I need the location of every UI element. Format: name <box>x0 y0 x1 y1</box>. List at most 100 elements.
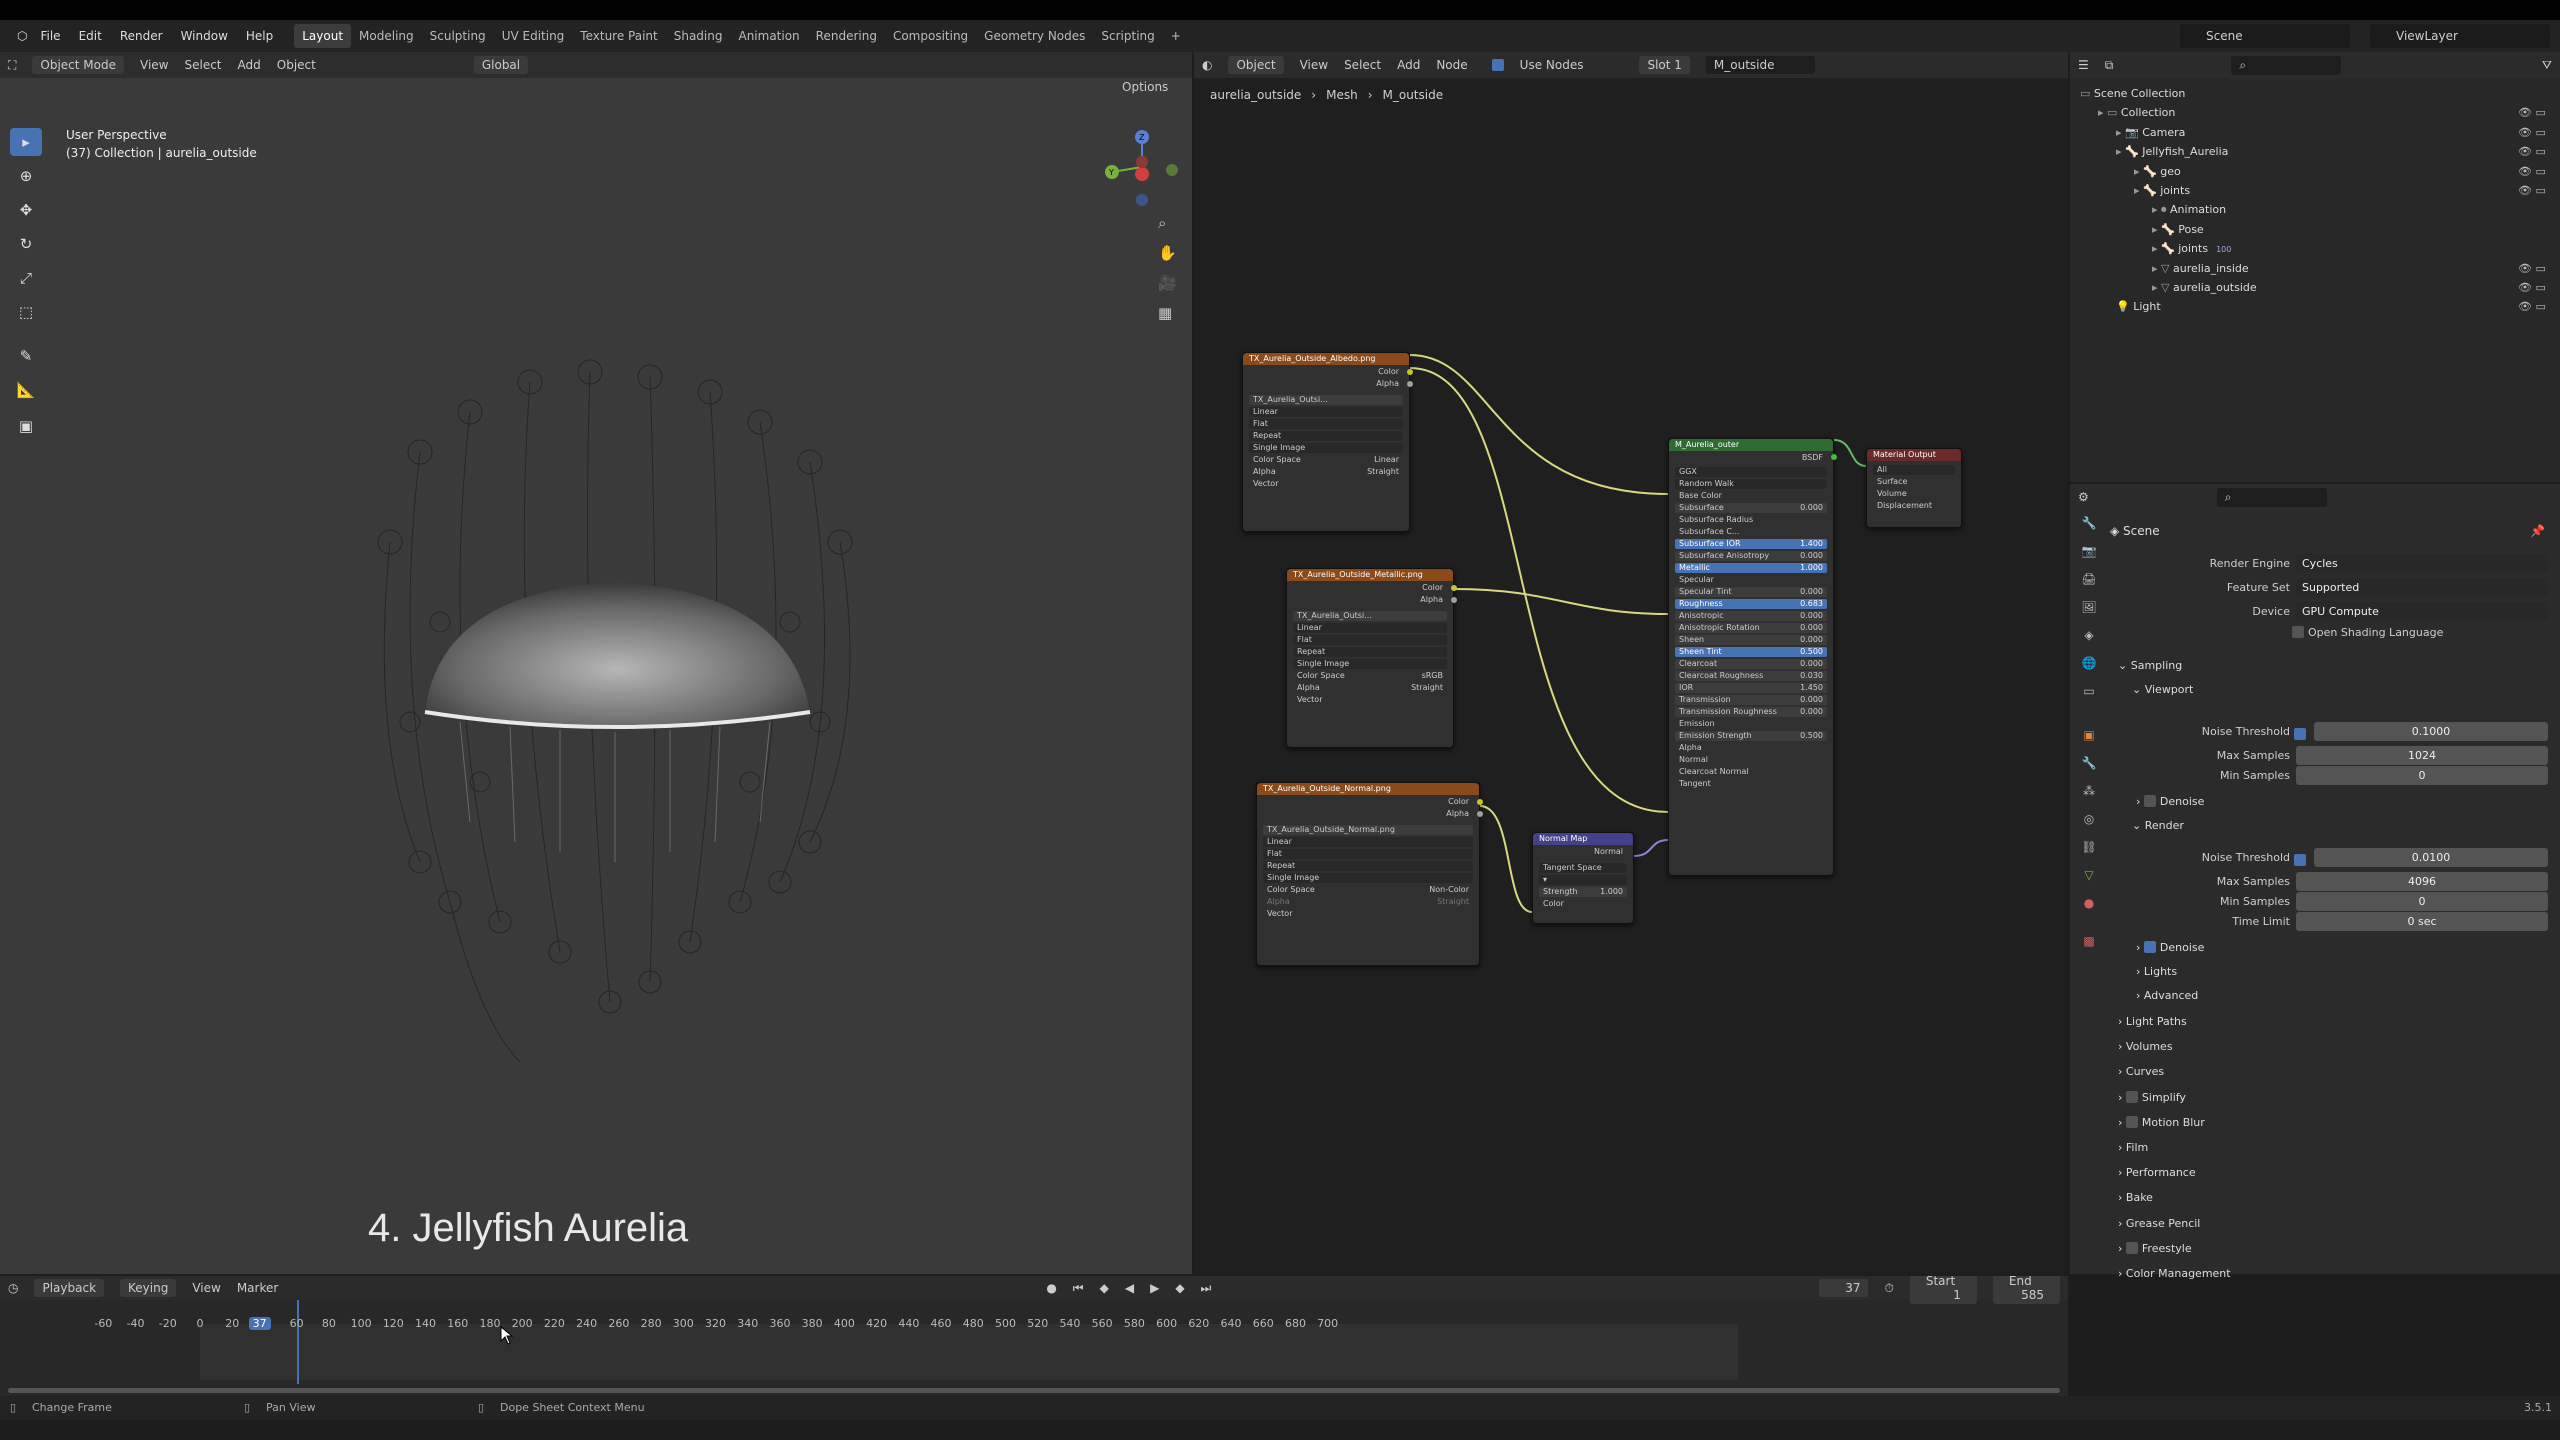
properties-panel-light-paths[interactable]: › Light Paths <box>2118 1012 2187 1032</box>
principled-bsdf-node[interactable]: M_Aurelia_outer BSDF GGX Random Walk Bas… <box>1668 438 1837 876</box>
filter-icon[interactable]: ⛛ <box>2542 58 2552 73</box>
extension-dropdown[interactable]: Repeat <box>1253 431 1281 441</box>
scene-selector[interactable]: Scene <box>2180 24 2350 48</box>
outliner-item[interactable]: ▸ ▽ aurelia_outside <box>2152 278 2257 297</box>
material-properties-icon[interactable]: ● <box>2080 896 2098 914</box>
measure-tool-icon[interactable]: 📐 <box>10 376 42 404</box>
outliner-item[interactable]: ▸ 🦴 joints <box>2134 181 2190 200</box>
source-dropdown[interactable]: Single Image <box>1267 873 1319 883</box>
camera-view-icon[interactable]: 🎥 <box>1158 274 1177 292</box>
subsurface-method-dropdown[interactable]: Random Walk <box>1679 479 1734 489</box>
stopwatch-icon[interactable]: ⏱ <box>1884 1281 1893 1296</box>
keying-menu[interactable]: Keying <box>120 1279 177 1297</box>
timeline-type-icon[interactable]: ◷ <box>8 1281 18 1295</box>
uv-map-field[interactable]: ▾ <box>1543 875 1547 885</box>
menu-help[interactable]: Help <box>246 29 273 43</box>
timeline[interactable]: ◷ Playback Keying View Marker ● ⏮ ◆ ◀ ▶ … <box>0 1276 2068 1396</box>
outliner-item[interactable]: ▸ 🦴 geo <box>2134 162 2181 181</box>
properties-panel-volumes[interactable]: › Volumes <box>2118 1037 2173 1057</box>
jellyfish-model[interactable] <box>330 302 890 1102</box>
projection-dropdown[interactable]: Flat <box>1267 849 1282 859</box>
playback-menu[interactable]: Playback <box>34 1279 105 1297</box>
target-dropdown[interactable]: All <box>1877 465 1887 475</box>
vp-denoise-panel[interactable]: › Denoise <box>2136 792 2204 812</box>
image-texture-node-albedo[interactable]: TX_Aurelia_Outside_Albedo.png Color Alph… <box>1242 352 1413 532</box>
source-dropdown[interactable]: Single Image <box>1297 659 1349 669</box>
constraints-properties-icon[interactable]: ⛓ <box>2080 840 2098 858</box>
transform-tool-icon[interactable]: ⬚ <box>10 298 42 326</box>
tab-shading[interactable]: Shading <box>666 24 731 48</box>
bsdf-input-row[interactable]: IOR 1.450 <box>1675 683 1827 693</box>
end-frame-field[interactable]: End 585 <box>1992 1276 2060 1304</box>
feature-set-dropdown[interactable]: Supported <box>2296 578 2548 597</box>
menu-render[interactable]: Render <box>120 29 163 43</box>
mode-selector[interactable]: Object Mode <box>32 56 124 74</box>
visibility-toggle-icon[interactable]: 👁 ▭ <box>2518 162 2546 181</box>
outliner-item[interactable]: ▸ 🦴 joints 100 <box>2152 239 2231 258</box>
socket-color[interactable] <box>1477 799 1483 805</box>
interpolation-dropdown[interactable]: Linear <box>1253 407 1278 417</box>
tab-layout[interactable]: Layout <box>294 24 352 48</box>
visibility-toggle-icon[interactable]: 👁 ▭ <box>2518 142 2546 161</box>
outliner-item[interactable]: ▸ 📷 Camera <box>2116 123 2185 142</box>
modifier-properties-icon[interactable]: 🔧 <box>2080 756 2098 774</box>
menu-file[interactable]: File <box>40 29 60 43</box>
properties-panel-motion-blur[interactable]: › Motion Blur <box>2118 1113 2205 1133</box>
marker-menu[interactable]: Marker <box>237 1281 278 1295</box>
socket-color[interactable] <box>1451 585 1457 591</box>
annotate-tool-icon[interactable]: ✎ <box>10 342 42 370</box>
bsdf-input-row[interactable]: Tangent <box>1675 779 1827 789</box>
tab-geometry-nodes[interactable]: Geometry Nodes <box>976 24 1093 48</box>
outliner-item[interactable]: 💡 Light <box>2116 297 2161 316</box>
extension-dropdown[interactable]: Repeat <box>1267 861 1295 871</box>
interpolation-dropdown[interactable]: Linear <box>1297 623 1322 633</box>
render-engine-dropdown[interactable]: Cycles <box>2296 554 2548 573</box>
transform-orientation[interactable]: Global <box>473 56 529 74</box>
properties-panel-freestyle[interactable]: › Freestyle <box>2118 1239 2192 1259</box>
panel-checkbox[interactable] <box>2125 1241 2138 1254</box>
world-properties-icon[interactable]: 🌐 <box>2080 656 2098 674</box>
image-name[interactable]: TX_Aurelia_Outside_Normal.png <box>1267 825 1395 835</box>
outliner-search-input[interactable]: ⌕ <box>2231 55 2342 75</box>
editor-type-icon[interactable]: ⛶ <box>8 58 16 73</box>
properties-panel-grease-pencil[interactable]: › Grease Pencil <box>2118 1214 2200 1234</box>
select-tool-icon[interactable]: ▸ <box>10 128 42 156</box>
timeline-scrollbar[interactable] <box>8 1388 2060 1393</box>
bsdf-input-row[interactable]: Transmission Roughness 0.000 <box>1675 707 1827 717</box>
vp-min-value[interactable]: 0 <box>2296 766 2548 785</box>
properties-panel-bake[interactable]: › Bake <box>2118 1188 2153 1208</box>
navigation-gizmo[interactable]: Z Y <box>1090 122 1180 212</box>
pin-icon[interactable]: 📌 <box>2530 524 2545 538</box>
bsdf-input-row[interactable]: Emission Strength 0.500 <box>1675 731 1827 741</box>
tab-rendering[interactable]: Rendering <box>808 24 885 48</box>
bsdf-input-row[interactable]: Specular Tint 0.000 <box>1675 587 1827 597</box>
socket-bsdf[interactable] <box>1831 454 1837 460</box>
socket-alpha[interactable] <box>1407 381 1413 387</box>
menu-window[interactable]: Window <box>181 29 228 43</box>
alpha-dropdown[interactable]: Straight <box>1367 467 1399 477</box>
timeline-view-menu[interactable]: View <box>192 1281 220 1295</box>
viewport-menu-select[interactable]: Select <box>184 58 221 72</box>
r-max-value[interactable]: 4096 <box>2296 872 2548 891</box>
render-properties-icon[interactable]: 📷 <box>2080 544 2098 562</box>
properties-panel-simplify[interactable]: › Simplify <box>2118 1088 2186 1108</box>
r-min-value[interactable]: 0 <box>2296 892 2548 911</box>
data-properties-icon[interactable]: ▽ <box>2080 868 2098 886</box>
tool-properties-icon[interactable]: 🔧 <box>2080 516 2098 534</box>
bsdf-input-row[interactable]: Clearcoat Normal <box>1675 767 1827 777</box>
panel-checkbox[interactable] <box>2125 1115 2138 1128</box>
source-dropdown[interactable]: Single Image <box>1253 443 1305 453</box>
r-time-value[interactable]: 0 sec <box>2296 912 2548 931</box>
color-space-dropdown[interactable]: Non-Color <box>1429 885 1469 895</box>
color-space-dropdown[interactable]: sRGB <box>1422 671 1443 681</box>
blender-logo-icon[interactable]: ⬡ <box>17 29 27 43</box>
viewport-menu-object[interactable]: Object <box>277 58 316 72</box>
vp-max-value[interactable]: 1024 <box>2296 746 2548 765</box>
tab-modeling[interactable]: Modeling <box>351 24 422 48</box>
distribution-dropdown[interactable]: GGX <box>1679 467 1697 477</box>
options-button[interactable]: Options <box>1122 80 1168 94</box>
visibility-toggle-icon[interactable]: 👁 ▭ <box>2518 278 2546 297</box>
outliner-item[interactable]: ▭ Scene Collection <box>2080 84 2185 103</box>
vp-noise-value[interactable]: 0.1000 <box>2314 722 2548 741</box>
bsdf-input-row[interactable]: Metallic 1.000 <box>1675 563 1827 573</box>
